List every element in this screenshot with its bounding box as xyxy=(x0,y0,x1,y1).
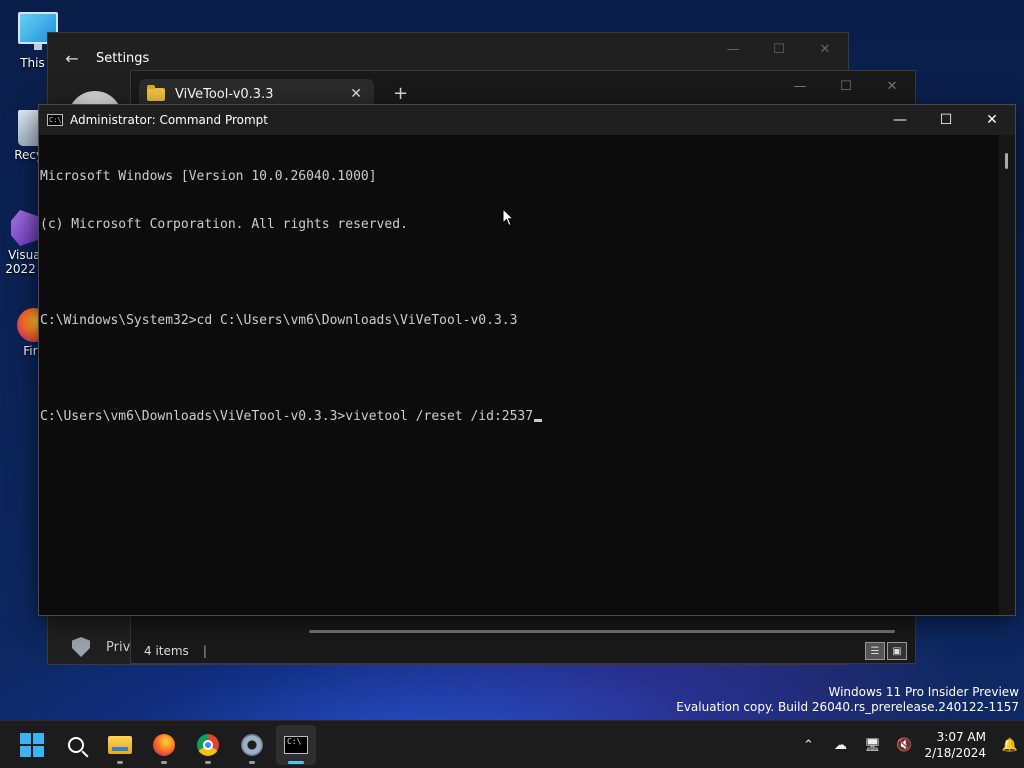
notification-bell-icon[interactable]: 🔔 xyxy=(996,721,1024,768)
view-toggle: ☰ ▣ xyxy=(865,642,907,660)
onedrive-offline-icon[interactable]: ☁ xyxy=(824,721,856,768)
explorer-window-controls: — ☐ ✕ xyxy=(777,71,915,101)
cmd-title: Administrator: Command Prompt xyxy=(70,113,268,127)
maximize-icon[interactable]: ☐ xyxy=(923,105,969,135)
command-prompt-icon: C:\ xyxy=(284,736,308,754)
minimize-icon[interactable]: — xyxy=(710,33,756,65)
console-current-command: C:\Users\vm6\Downloads\ViVeTool-v0.3.3>v… xyxy=(40,409,534,424)
start-button[interactable] xyxy=(12,725,52,765)
item-count: 4 items xyxy=(144,644,189,658)
scrollbar-thumb[interactable] xyxy=(1005,153,1008,169)
gear-icon xyxy=(241,734,263,756)
explorer-status-bar: 4 items | xyxy=(131,637,915,665)
search-icon xyxy=(68,737,84,753)
vertical-scrollbar[interactable] xyxy=(999,135,1015,615)
settings-title: Settings xyxy=(96,50,150,66)
console-line: Microsoft Windows [Version 10.0.26040.10… xyxy=(40,169,377,184)
close-icon[interactable]: ✕ xyxy=(869,71,915,101)
watermark-line-1: Windows 11 Pro Insider Preview xyxy=(828,685,1019,699)
console-line: (c) Microsoft Corporation. All rights re… xyxy=(40,217,408,232)
chevron-up-icon[interactable]: ⌃ xyxy=(792,721,824,768)
console-input-line[interactable]: C:\Users\vm6\Downloads\ViVeTool-v0.3.3>v… xyxy=(40,409,999,425)
taskbar-firefox[interactable] xyxy=(144,725,184,765)
tab-close-icon[interactable]: ✕ xyxy=(350,86,362,102)
details-view-icon[interactable]: ☰ xyxy=(865,642,885,660)
maximize-icon[interactable]: ☐ xyxy=(756,33,802,65)
close-icon[interactable]: ✕ xyxy=(802,33,848,65)
clock-time: 3:07 AM xyxy=(936,730,986,744)
maximize-icon[interactable]: ☐ xyxy=(823,71,869,101)
taskbar-command-prompt[interactable]: C:\ xyxy=(276,725,316,765)
new-tab-button[interactable]: + xyxy=(393,83,408,104)
firefox-icon xyxy=(153,734,175,756)
cmd-titlebar[interactable]: C:\ Administrator: Command Prompt — ☐ ✕ xyxy=(39,105,1015,135)
taskbar-file-explorer[interactable] xyxy=(100,725,140,765)
taskbar-chrome[interactable] xyxy=(188,725,228,765)
watermark-line-2: Evaluation copy. Build 26040.rs_prerelea… xyxy=(676,700,1019,714)
visual-studio-icon xyxy=(11,210,41,246)
running-indicator xyxy=(249,761,255,764)
taskbar-settings[interactable] xyxy=(232,725,272,765)
chrome-icon xyxy=(197,734,219,756)
running-indicator xyxy=(161,761,167,764)
settings-window-controls: — ☐ ✕ xyxy=(710,33,848,65)
console-line: C:\Windows\System32>cd C:\Users\vm6\Down… xyxy=(40,313,518,328)
text-cursor xyxy=(534,419,543,422)
folder-icon xyxy=(147,84,165,101)
command-prompt-icon: C:\ xyxy=(47,114,63,126)
active-indicator xyxy=(288,761,304,764)
tiles-view-icon[interactable]: ▣ xyxy=(887,642,907,660)
file-explorer-icon xyxy=(108,736,132,754)
search-button[interactable] xyxy=(56,725,96,765)
settings-nav-privacy[interactable]: Priv xyxy=(72,637,130,657)
running-indicator xyxy=(117,761,123,764)
settings-nav-label: Priv xyxy=(106,639,131,655)
windows-logo-icon xyxy=(20,733,44,757)
system-tray: ⌃ ☁ 🖥 🔇 3:07 AM 2/18/2024 🔔 xyxy=(792,721,1024,768)
running-indicator xyxy=(205,761,211,764)
explorer-tab-title: ViVeTool-v0.3.3 xyxy=(175,86,274,102)
status-separator: | xyxy=(202,644,207,658)
evaluation-watermark: Windows 11 Pro Insider Preview Evaluatio… xyxy=(676,685,1019,715)
console-output[interactable]: Microsoft Windows [Version 10.0.26040.10… xyxy=(39,135,999,615)
network-icon[interactable]: 🖥 xyxy=(856,721,888,768)
back-arrow-icon[interactable]: ← xyxy=(48,49,96,68)
taskbar: C:\ ⌃ ☁ 🖥 🔇 3:07 AM 2/18/2024 🔔 xyxy=(0,720,1024,768)
minimize-icon[interactable]: — xyxy=(877,105,923,135)
cmd-window-controls: — ☐ ✕ xyxy=(877,105,1015,135)
command-prompt-window[interactable]: C:\ Administrator: Command Prompt — ☐ ✕ … xyxy=(38,104,1016,616)
close-icon[interactable]: ✕ xyxy=(969,105,1015,135)
clock[interactable]: 3:07 AM 2/18/2024 xyxy=(920,729,996,761)
minimize-icon[interactable]: — xyxy=(777,71,823,101)
horizontal-scrollbar[interactable] xyxy=(309,630,895,633)
shield-icon xyxy=(72,637,90,657)
volume-muted-icon[interactable]: 🔇 xyxy=(888,721,920,768)
clock-date: 2/18/2024 xyxy=(924,746,986,760)
